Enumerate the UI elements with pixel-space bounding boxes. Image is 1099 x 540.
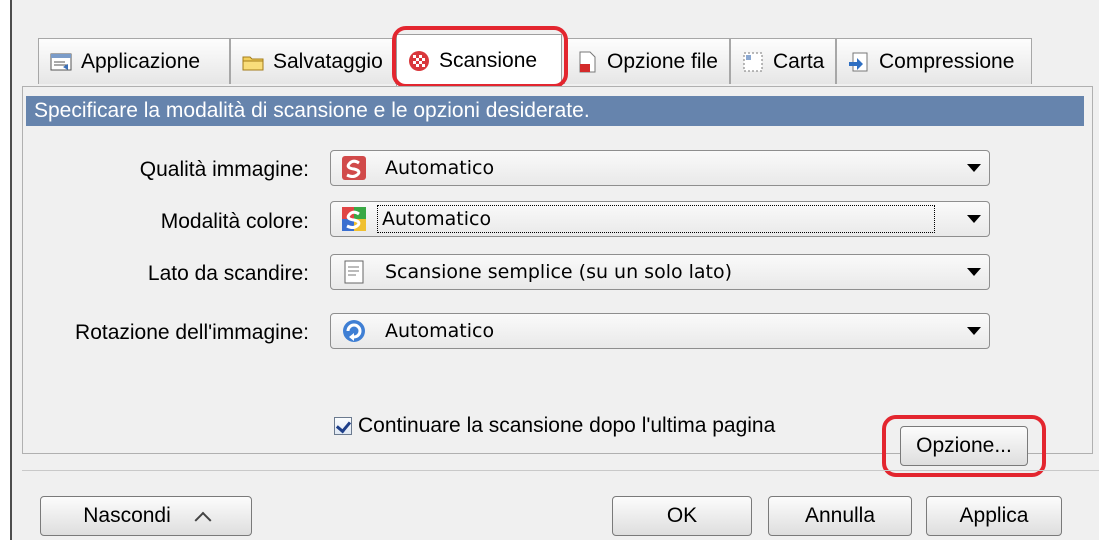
cancel-button[interactable]: Annulla [768, 496, 912, 536]
image-quality-value: Automatico [385, 157, 495, 179]
hide-button-label: Nascondi [83, 504, 171, 527]
tab-label: Compressione [879, 49, 1015, 73]
hide-button[interactable]: Nascondi [40, 496, 252, 536]
folder-icon [241, 50, 265, 74]
tab-carta[interactable]: Carta [730, 38, 836, 84]
scan-side-select[interactable]: Scansione semplice (su un solo lato) [330, 254, 990, 290]
tab-salvataggio[interactable]: Salvataggio [230, 38, 396, 84]
image-quality-icon [341, 155, 367, 181]
ok-button[interactable]: OK [612, 496, 752, 536]
chevron-down-icon [967, 215, 981, 223]
application-icon [49, 50, 73, 74]
scan-side-label: Lato da scandire: [147, 262, 309, 285]
color-mode-label: Modalità colore: [160, 210, 309, 233]
tab-label: Opzione file [607, 49, 718, 73]
color-mode-select[interactable]: Automatico [330, 201, 990, 237]
tab-compressione[interactable]: Compressione [836, 38, 1032, 84]
rotation-value: Automatico [385, 320, 495, 342]
file-icon [575, 50, 599, 74]
footer-separator [22, 470, 1099, 471]
paper-icon [741, 50, 765, 74]
single-page-icon [341, 259, 367, 285]
color-mode-value: Automatico [377, 205, 935, 233]
image-quality-label: Qualità immagine: [139, 158, 309, 181]
image-quality-select[interactable]: Automatico [330, 150, 990, 186]
chevron-down-icon [967, 327, 981, 335]
option-button[interactable]: Opzione... [900, 426, 1028, 466]
tab-strip: Applicazione Salvataggio Scansione Opzio… [12, 0, 1099, 88]
rotation-label: Rotazione dell'immagine: [75, 321, 309, 344]
tab-opzione-file[interactable]: Opzione file [564, 38, 730, 84]
color-mode-icon [341, 206, 367, 232]
panel-header: Specificare la modalità di scansione e l… [26, 96, 1084, 126]
settings-window: Applicazione Salvataggio Scansione Opzio… [10, 0, 1099, 540]
chevron-down-icon [967, 164, 981, 172]
tab-scansione[interactable]: Scansione [396, 34, 562, 86]
tab-label: Scansione [439, 48, 538, 72]
compression-icon [847, 50, 871, 74]
tab-applicazione[interactable]: Applicazione [38, 38, 230, 84]
chevron-up-icon [194, 511, 212, 529]
scan-icon [407, 49, 431, 73]
apply-button[interactable]: Applica [926, 496, 1062, 536]
rotation-select[interactable]: Automatico [330, 313, 990, 349]
continue-scan-checkbox[interactable] [334, 417, 352, 435]
tab-label: Carta [773, 49, 825, 73]
continue-scan-label: Continuare la scansione dopo l'ultima pa… [358, 414, 776, 437]
tab-label: Applicazione [81, 49, 201, 73]
continue-scan-row: Continuare la scansione dopo l'ultima pa… [334, 414, 775, 438]
rotate-icon [341, 318, 367, 344]
chevron-down-icon [967, 268, 981, 276]
scan-side-value: Scansione semplice (su un solo lato) [385, 261, 733, 283]
tab-label: Salvataggio [273, 49, 383, 73]
